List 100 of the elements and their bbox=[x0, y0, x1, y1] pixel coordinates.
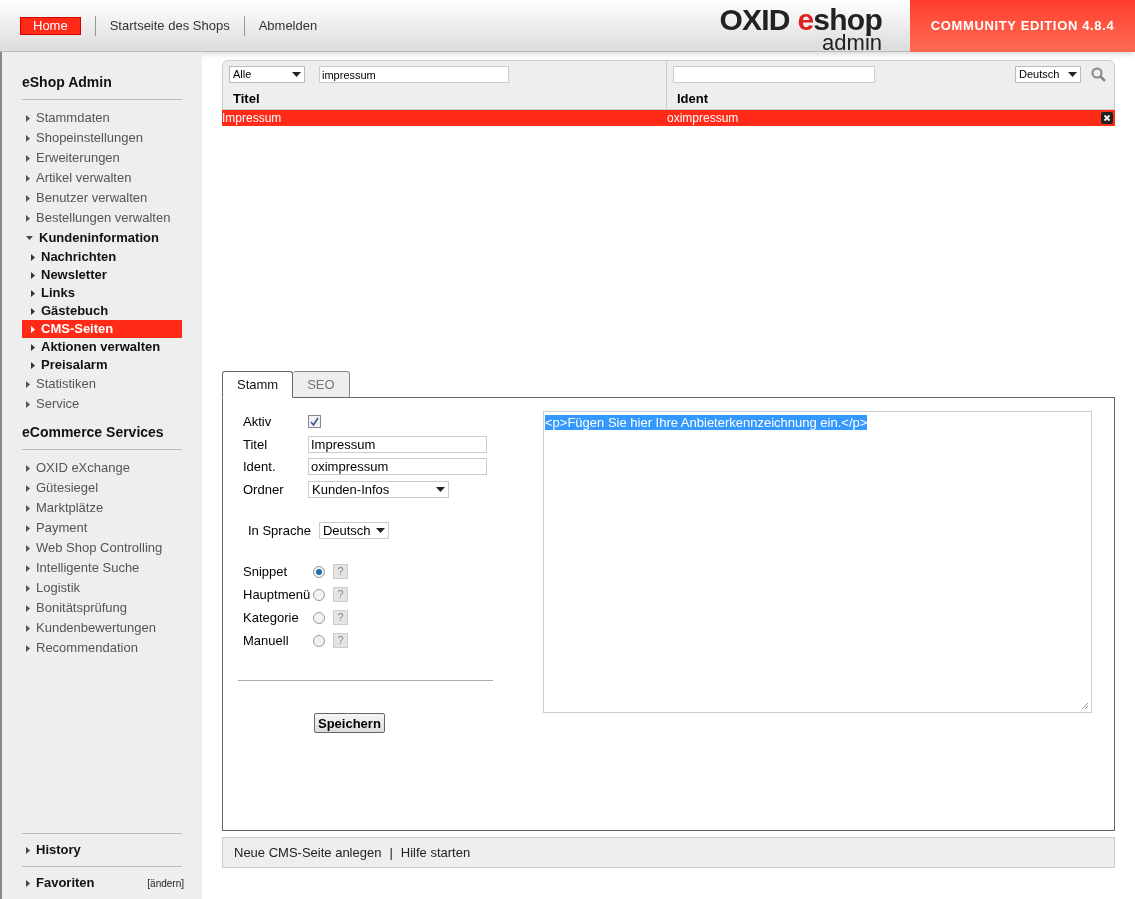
sidebar-item[interactable]: Gästebuch bbox=[22, 302, 182, 320]
collapsed-arrow-icon bbox=[26, 584, 30, 592]
edit-link[interactable]: [ändern] bbox=[147, 875, 184, 891]
expanded-arrow-icon bbox=[26, 236, 33, 240]
sidebar-item[interactable]: Payment bbox=[2, 518, 202, 538]
sidebar-item[interactable]: Aktionen verwalten bbox=[22, 338, 182, 356]
nav-link[interactable]: Abmelden bbox=[258, 15, 318, 36]
editor-text: <p>Fügen Sie hier Ihre Anbieterkennzeichnung ein.</p> bbox=[545, 415, 868, 430]
sidebar-item[interactable]: CMS-Seiten bbox=[22, 320, 182, 338]
table-row[interactable]: Impressum oximpressum bbox=[222, 110, 1115, 126]
save-button[interactable]: Speichern bbox=[314, 712, 385, 733]
delete-icon[interactable] bbox=[1101, 112, 1113, 124]
table-cell-text: oximpressum bbox=[667, 110, 740, 127]
sidebar-item[interactable]: Newsletter bbox=[22, 266, 182, 284]
sidebar-item[interactable]: Benutzer verwalten bbox=[2, 188, 202, 208]
collapsed-arrow-icon bbox=[26, 464, 30, 472]
section-title: eShop Admin bbox=[22, 72, 182, 100]
bottom-link[interactable]: Neue CMS-Seite anlegen bbox=[234, 842, 382, 863]
column-header[interactable]: Ident bbox=[673, 89, 1108, 109]
sidebar-item[interactable]: Erweiterungen bbox=[2, 148, 202, 168]
sidebar-item[interactable]: Favoriten bbox=[2, 873, 95, 893]
column-header[interactable]: Titel bbox=[229, 89, 660, 109]
sidebar-item[interactable]: Bonitätsprüfung bbox=[2, 598, 202, 618]
bottom-link[interactable]: Hilfe starten bbox=[400, 842, 471, 863]
collapsed-arrow-icon bbox=[31, 289, 35, 297]
folder-dropdown[interactable]: Kunden-Infos bbox=[308, 480, 449, 498]
sidebar-item[interactable]: Web Shop Controlling bbox=[2, 538, 202, 558]
sidebar-item[interactable]: Nachrichten bbox=[22, 248, 182, 266]
collapsed-arrow-icon bbox=[26, 400, 30, 408]
title-filter-field[interactable]: impressum bbox=[319, 66, 509, 83]
sidebar-item[interactable]: Shopeinstellungen bbox=[2, 128, 202, 148]
radio-button[interactable] bbox=[313, 634, 325, 647]
section-title: eCommerce Services bbox=[22, 422, 182, 450]
caret-icon bbox=[292, 72, 301, 77]
collapsed-arrow-icon bbox=[31, 307, 35, 315]
collapsed-arrow-icon bbox=[26, 154, 30, 162]
edition-label: COMMUNITY EDITION 4.8.4 bbox=[910, 0, 1135, 52]
caret-icon bbox=[436, 486, 445, 492]
collapsed-arrow-icon bbox=[26, 484, 30, 492]
radio-button[interactable] bbox=[313, 611, 325, 624]
sidebar-item[interactable]: Bestellungen verwalten bbox=[2, 208, 202, 228]
sidebar-item[interactable]: Marktplätze bbox=[2, 498, 202, 518]
sidebar-item[interactable]: Recommendation bbox=[2, 638, 202, 658]
field-label: Titel bbox=[242, 435, 269, 454]
collapsed-arrow-icon bbox=[26, 194, 30, 202]
field-label: In Sprache bbox=[248, 522, 311, 540]
collapsed-arrow-icon bbox=[26, 644, 30, 652]
language-dropdown[interactable]: Deutsch bbox=[318, 522, 389, 540]
sidebar-item[interactable]: Artikel verwalten bbox=[2, 168, 202, 188]
collapsed-arrow-icon bbox=[26, 604, 30, 612]
type-filter-dropdown[interactable]: Alle bbox=[229, 66, 305, 83]
sidebar-item[interactable]: Intelligente Suche bbox=[2, 558, 202, 578]
option-label: Manuell bbox=[243, 631, 290, 650]
collapsed-arrow-icon bbox=[31, 325, 35, 333]
collapsed-arrow-icon bbox=[26, 380, 30, 388]
logo: OXID eshop admin bbox=[719, 2, 883, 51]
sidebar-item[interactable]: Kundeninformation bbox=[2, 228, 202, 248]
collapsed-arrow-icon bbox=[26, 879, 30, 887]
collapsed-arrow-icon bbox=[26, 114, 30, 122]
collapsed-arrow-icon bbox=[26, 624, 30, 632]
title-field[interactable]: Impressum bbox=[308, 435, 487, 453]
collapsed-arrow-icon bbox=[26, 564, 30, 572]
sidebar-item[interactable]: Service bbox=[2, 394, 202, 414]
collapsed-arrow-icon bbox=[26, 544, 30, 552]
table-cell-text: Impressum bbox=[222, 110, 283, 127]
field-label: Ident. bbox=[242, 458, 277, 476]
language-dropdown[interactable]: Deutsch bbox=[1015, 66, 1081, 83]
radio-button[interactable] bbox=[313, 565, 325, 578]
collapsed-arrow-icon bbox=[31, 343, 35, 351]
sidebar-item[interactable]: OXID eXchange bbox=[2, 458, 202, 478]
ident-filter-field[interactable] bbox=[673, 66, 875, 83]
collapsed-arrow-icon bbox=[31, 271, 35, 279]
resize-grip-icon[interactable] bbox=[1081, 702, 1089, 710]
sidebar-item[interactable]: Kundenbewertungen bbox=[2, 618, 202, 638]
collapsed-arrow-icon bbox=[31, 253, 35, 261]
option-label: Kategorie bbox=[243, 608, 300, 627]
radio-button[interactable] bbox=[313, 588, 325, 601]
sidebar-item[interactable]: Logistik bbox=[2, 578, 202, 598]
tab[interactable]: SEO bbox=[293, 371, 350, 398]
sidebar-item[interactable]: Stammdaten bbox=[2, 108, 202, 128]
nav-link[interactable]: Home bbox=[20, 16, 81, 35]
search-icon[interactable] bbox=[1091, 67, 1106, 82]
option-label: Hauptmenü bbox=[243, 585, 312, 604]
collapsed-arrow-icon bbox=[26, 846, 30, 854]
sidebar-item[interactable]: Gütesiegel bbox=[2, 478, 202, 498]
nav-link[interactable]: Startseite des Shops bbox=[109, 15, 230, 36]
field-label: Aktiv bbox=[242, 413, 273, 431]
ident-field[interactable]: oximpressum bbox=[308, 458, 487, 476]
tab[interactable]: Stamm bbox=[222, 371, 294, 398]
collapsed-arrow-icon bbox=[26, 214, 30, 222]
field-label: Ordner bbox=[242, 480, 285, 499]
link-separator: | bbox=[389, 843, 393, 862]
sidebar-item[interactable]: History bbox=[2, 840, 81, 860]
sidebar-item[interactable]: Preisalarm bbox=[22, 356, 182, 374]
sidebar-item[interactable]: Statistiken bbox=[2, 374, 202, 394]
collapsed-arrow-icon bbox=[26, 504, 30, 512]
active-checkbox[interactable] bbox=[308, 415, 321, 429]
sidebar-item[interactable]: Links bbox=[22, 284, 182, 302]
option-label: Snippet bbox=[243, 562, 289, 581]
collapsed-arrow-icon bbox=[26, 524, 30, 532]
